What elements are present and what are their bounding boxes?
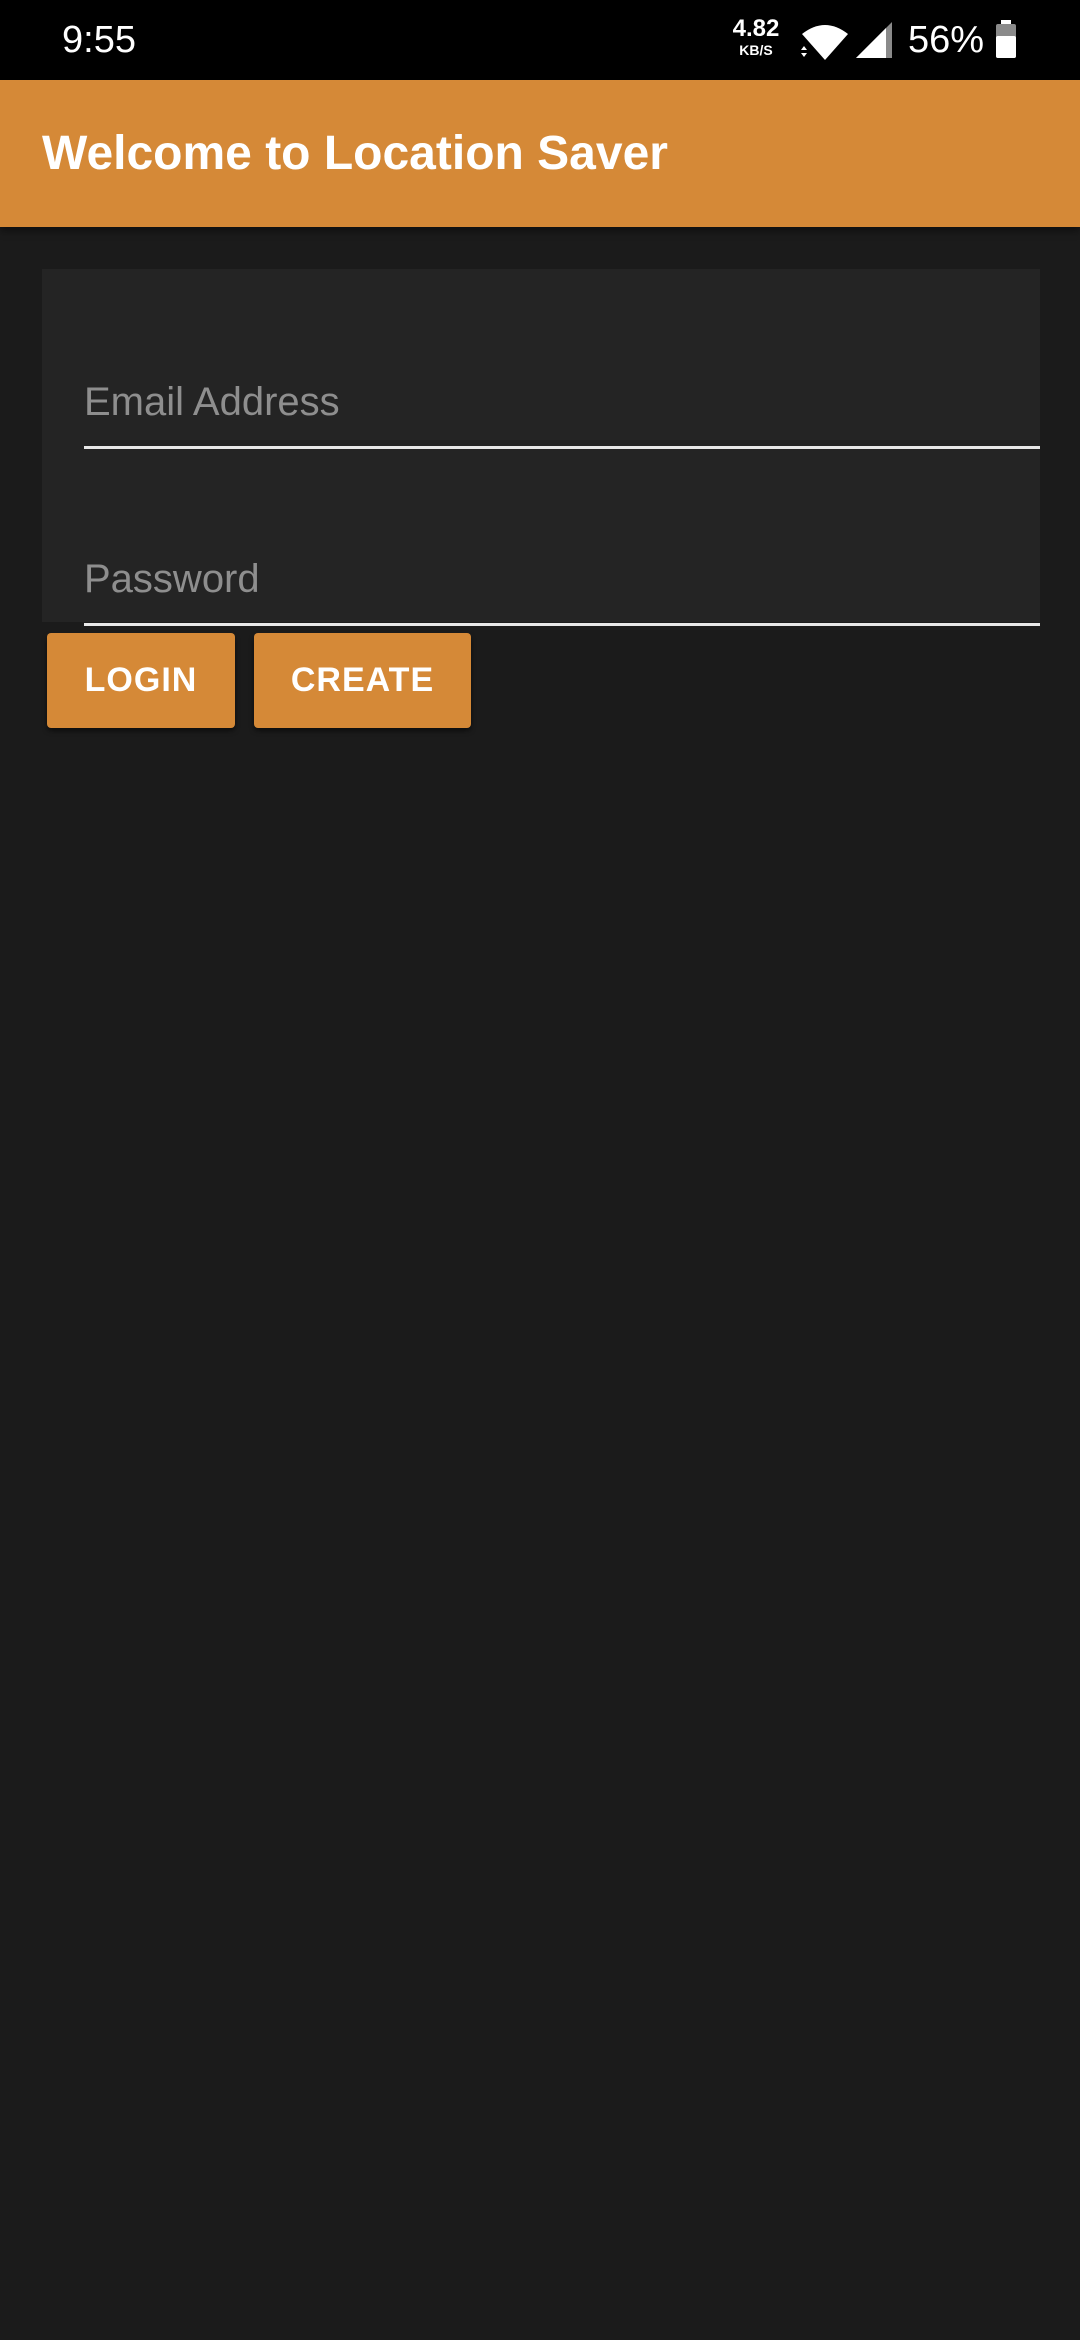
login-button[interactable]: LOGIN [47,633,235,728]
battery-icon [996,20,1016,58]
login-form [42,269,1040,626]
email-field[interactable] [84,359,1040,449]
password-field[interactable] [84,536,1040,626]
signal-icon [856,22,892,58]
email-input[interactable] [84,359,1040,446]
create-account-button[interactable]: CREATE [254,633,471,728]
password-input[interactable] [84,536,1040,623]
network-speed: 4.82 KB/S [728,15,784,59]
network-speed-unit: KB/S [739,42,773,58]
status-time: 9:55 [62,19,136,61]
wifi-icon [801,25,848,60]
app-bar: Welcome to Location Saver [0,80,1080,227]
status-bar: 9:55 4.82 KB/S 56% [0,0,1080,80]
app-title: Welcome to Location Saver [42,127,668,180]
network-speed-value: 4.82 [732,15,780,42]
battery-percent: 56% [908,19,985,61]
